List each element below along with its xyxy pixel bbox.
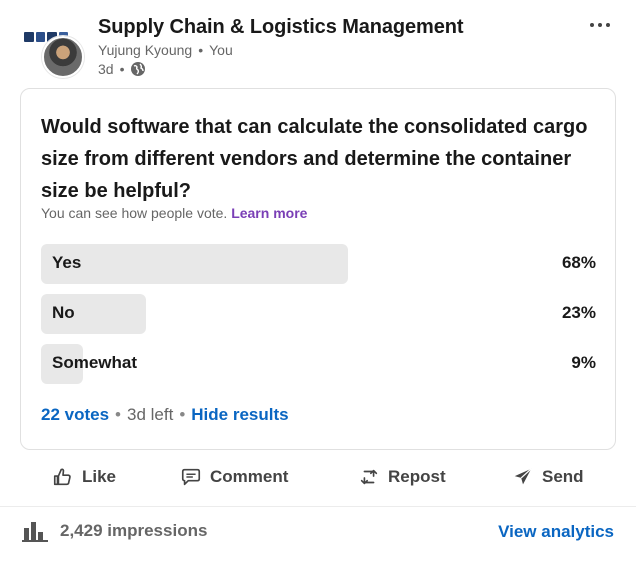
author-line: Yujung Kyoung • You [98, 42, 233, 58]
repost-icon [360, 469, 378, 485]
divider [0, 506, 636, 507]
poll-option-label: Yes [52, 253, 82, 272]
author-role: You [209, 42, 233, 58]
comment-label: Comment [210, 467, 289, 486]
hide-results-link[interactable]: Hide results [191, 405, 288, 425]
repost-label: Repost [388, 467, 446, 486]
like-button[interactable]: Like [52, 466, 116, 488]
send-button[interactable]: Send [512, 466, 584, 488]
poll-option-yes[interactable]: Yes 68% [41, 244, 596, 284]
separator-dot: • [119, 61, 125, 77]
poll-option-somewhat[interactable]: Somewhat 9% [41, 344, 596, 384]
view-analytics-link[interactable]: View analytics [498, 522, 614, 542]
poll-card: Would software that can calculate the co… [20, 88, 616, 450]
send-label: Send [542, 467, 584, 486]
poll-option-label: No [52, 303, 75, 322]
impressions-count: 2,429 impressions [60, 521, 208, 540]
vote-note-text: You can see how people vote. [41, 205, 228, 221]
globe-icon [131, 62, 146, 76]
group-title[interactable]: Supply Chain & Logistics Management [98, 16, 464, 39]
post-actions-bar: Like Comment Repost Send [0, 462, 636, 496]
poll-option-percent: 9% [571, 353, 596, 372]
poll-option-percent: 68% [561, 253, 596, 272]
poll-result-bar [41, 244, 348, 284]
poll-footer: 22 votes • 3d left • Hide results [41, 405, 289, 425]
repost-button[interactable]: Repost [358, 466, 446, 488]
more-options-icon[interactable] [586, 18, 614, 32]
separator-dot: • [179, 405, 186, 424]
avatar[interactable] [42, 36, 84, 78]
poll-option-no[interactable]: No 23% [41, 294, 596, 334]
thumbs-up-icon [53, 468, 71, 486]
comment-icon [181, 468, 201, 486]
send-icon [514, 468, 532, 485]
separator-dot: • [198, 42, 204, 58]
learn-more-link[interactable]: Learn more [231, 205, 307, 221]
vote-visibility-note: You can see how people vote. Learn more [41, 205, 307, 221]
poll-option-percent: 23% [561, 303, 596, 322]
votes-count-link[interactable]: 22 votes [41, 405, 109, 425]
impressions-stat[interactable]: 2,429 impressions [22, 520, 207, 542]
separator-dot: • [115, 405, 121, 424]
comment-button[interactable]: Comment [180, 466, 288, 488]
post-time: 3d [98, 61, 114, 77]
time-left: 3d left [127, 405, 174, 424]
avatar-group[interactable] [20, 24, 90, 84]
feed-post: Supply Chain & Logistics Management Yuju… [0, 0, 636, 562]
poll-option-label: Somewhat [52, 353, 138, 372]
bar-chart-icon [22, 522, 48, 542]
post-time-line: 3d • [98, 61, 146, 77]
author-name[interactable]: Yujung Kyoung [98, 42, 192, 58]
like-label: Like [82, 467, 117, 486]
poll-question: Would software that can calculate the co… [41, 116, 588, 202]
